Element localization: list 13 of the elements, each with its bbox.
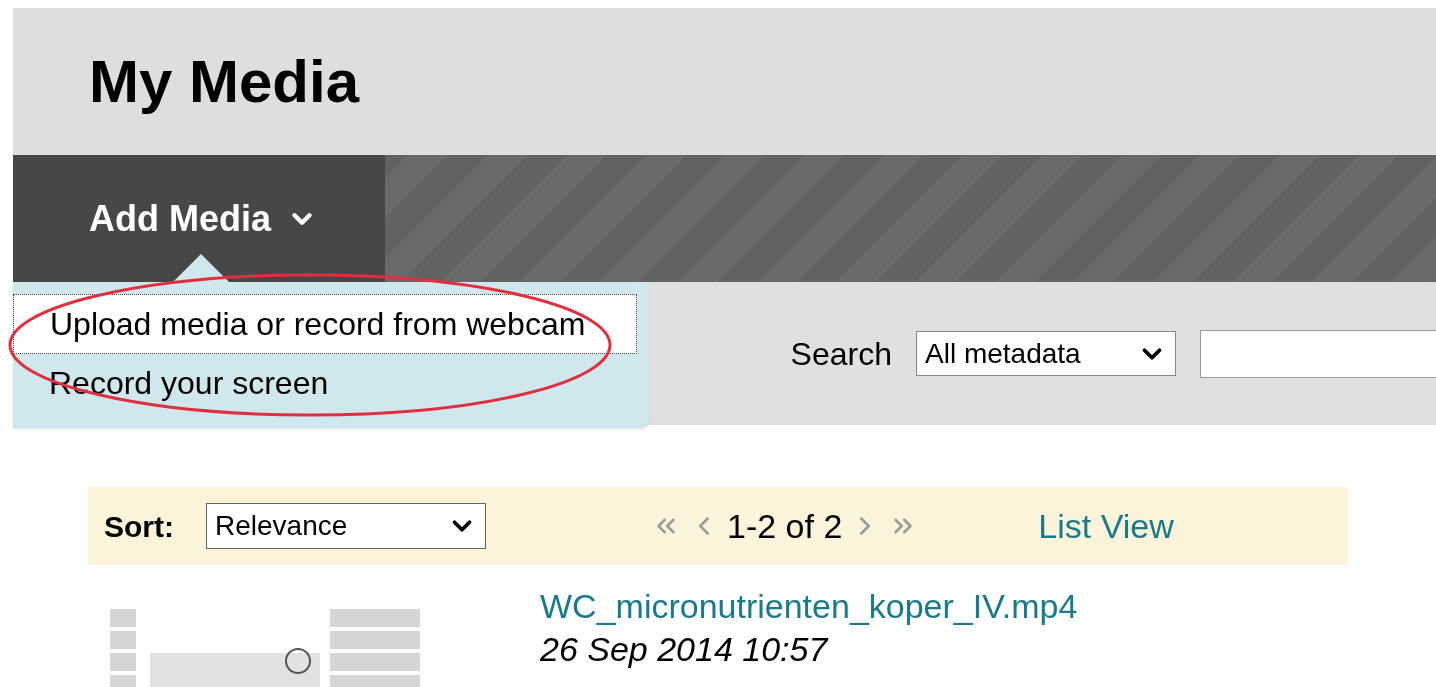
search-field[interactable] bbox=[1200, 329, 1436, 378]
add-media-button[interactable]: Add Media bbox=[13, 155, 385, 282]
page-title: My Media bbox=[89, 51, 360, 112]
media-date: 26 Sep 2014 10:57 bbox=[540, 628, 830, 670]
sort-select[interactable]: Relevance bbox=[206, 503, 486, 549]
pager-text: 1-2 of 2 bbox=[727, 505, 843, 547]
media-title-link[interactable]: WC_micronutrienten_koper_IV.mp4 bbox=[540, 585, 1078, 628]
search-scope-select[interactable]: All metadata bbox=[916, 331, 1176, 376]
sort-label: Sort: bbox=[104, 508, 174, 545]
menu-item[interactable]: Upload media or record from webcam bbox=[13, 294, 637, 354]
list-view-link[interactable]: List View bbox=[1038, 500, 1174, 552]
search-label: Search bbox=[790, 334, 892, 374]
menu-item[interactable]: Record your screen bbox=[13, 354, 637, 412]
